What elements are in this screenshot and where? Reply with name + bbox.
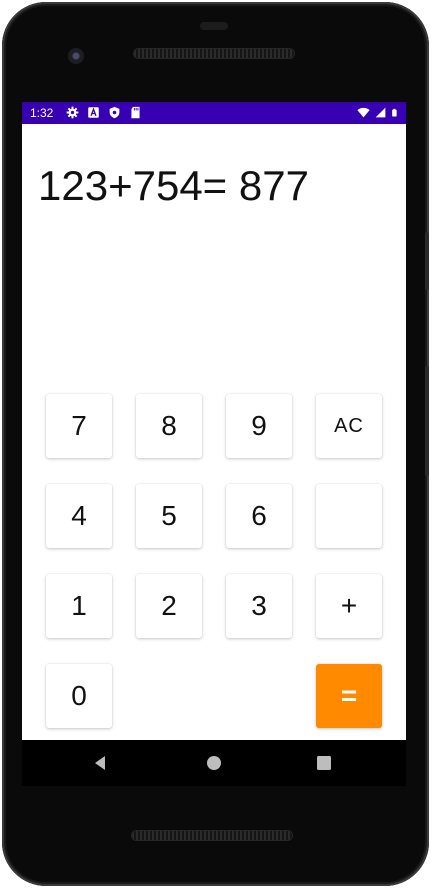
key-1[interactable]: 1	[46, 574, 112, 638]
volume-button	[425, 232, 429, 290]
status-bar: 1:32	[22, 102, 406, 124]
top-earpiece	[200, 22, 228, 30]
plus-button[interactable]: +	[316, 574, 382, 638]
key-4[interactable]: 4	[46, 484, 112, 548]
shield-icon	[109, 106, 120, 119]
clear-button[interactable]: AC	[316, 394, 382, 458]
calculator-display: 123+754= 877	[38, 162, 309, 209]
back-icon[interactable]	[92, 754, 110, 772]
a-badge-icon	[88, 107, 99, 118]
key-8[interactable]: 8	[136, 394, 202, 458]
power-button	[425, 366, 429, 476]
navigation-bar	[22, 740, 406, 786]
key-3[interactable]: 3	[226, 574, 292, 638]
wifi-icon	[357, 107, 370, 118]
key-5[interactable]: 5	[136, 484, 202, 548]
key-6[interactable]: 6	[226, 484, 292, 548]
blank-key[interactable]	[316, 484, 382, 548]
signal-icon	[375, 107, 386, 118]
battery-icon	[392, 108, 397, 117]
app-screen: 1:32 123+754= 877 7 8 9 AC 4 5 6 1 2 3 +…	[22, 102, 406, 740]
status-icons-left	[66, 106, 142, 119]
bottom-speaker-grille	[132, 831, 292, 840]
recents-icon[interactable]	[315, 754, 333, 772]
top-speaker-grille	[134, 49, 294, 58]
equals-button[interactable]: =	[316, 664, 382, 728]
status-icons-right	[357, 106, 400, 119]
key-9[interactable]: 9	[226, 394, 292, 458]
key-0[interactable]: 0	[46, 664, 112, 728]
key-2[interactable]: 2	[136, 574, 202, 638]
status-time: 1:32	[30, 106, 54, 120]
front-camera	[68, 48, 84, 64]
home-icon[interactable]	[205, 754, 223, 772]
gear-icon	[66, 106, 79, 119]
sd-card-icon	[131, 106, 140, 119]
key-7[interactable]: 7	[46, 394, 112, 458]
